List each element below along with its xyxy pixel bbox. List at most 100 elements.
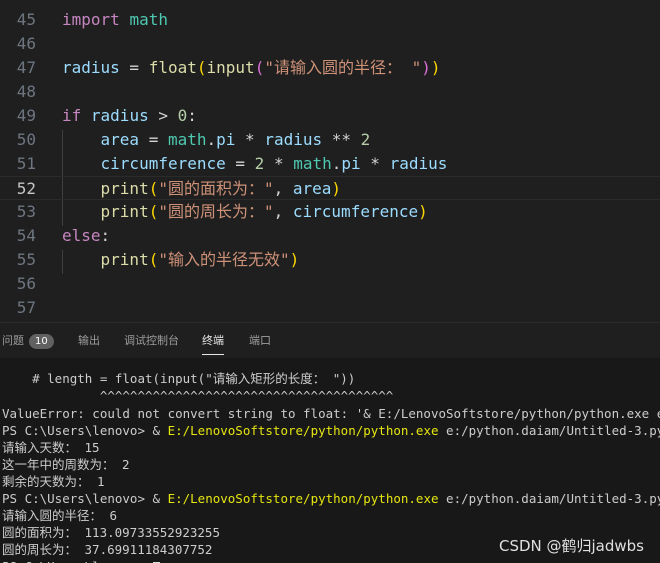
code-line[interactable]: 51 circumference = 2 * math.pi * radius — [0, 152, 660, 176]
line-number: 55 — [16, 250, 36, 269]
terminal-text: PS C:\Users\lenovo> & — [2, 491, 168, 506]
code-text: else: — [62, 224, 110, 248]
panel-tab[interactable]: 问题 10 — [2, 334, 54, 354]
code-token: area — [100, 130, 140, 149]
terminal-line: ^^^^^^^^^^^^^^^^^^^^^^^^^^^^^^^^^^^^^^^ — [2, 387, 394, 404]
code-token: pi — [216, 130, 236, 149]
panel-tab-label: 端口 — [249, 334, 271, 347]
code-token: ( — [254, 58, 265, 77]
code-line[interactable]: 56 — [0, 272, 660, 296]
terminal-line: PS C:\Users\lenovo> & E:/LenovoSoftstore… — [2, 422, 660, 439]
code-token: "圆的周长为：" — [158, 202, 274, 221]
line-number: 48 — [16, 82, 36, 101]
terminal-text: 请输入天数： 15 — [2, 440, 100, 455]
line-number: 52 — [16, 179, 36, 198]
code-token: radius — [389, 154, 448, 173]
code-token: print — [100, 250, 149, 269]
terminal-text: ValueError: could not convert string to … — [2, 406, 660, 421]
code-line[interactable]: 55 print("输入的半径无效") — [0, 248, 660, 272]
code-token: math — [129, 10, 168, 29]
code-token: import — [62, 10, 120, 29]
problems-count-badge: 10 — [29, 334, 54, 349]
code-token: ( — [196, 58, 207, 77]
code-token: > — [148, 106, 178, 125]
code-token: . — [331, 154, 342, 173]
code-line[interactable]: 52 print("圆的面积为：", area) — [0, 176, 660, 200]
code-line[interactable]: 47 radius = float(input("请输入圆的半径： ")) — [0, 56, 660, 80]
code-token: , — [273, 202, 293, 221]
line-number: 56 — [16, 274, 36, 293]
code-token: 2 — [360, 130, 371, 149]
code-line[interactable]: 53 print("圆的周长为：", circumference) — [0, 200, 660, 224]
panel-tab[interactable]: 端口 — [249, 334, 271, 354]
code-token: circumference — [100, 154, 226, 173]
code-token: math — [167, 130, 207, 149]
panel-tab-label: 调试控制台 — [124, 334, 179, 347]
terminal-line: # length = float(input("请输入矩形的长度： ")) — [2, 370, 355, 387]
code-text: print("圆的面积为：", area) — [62, 177, 342, 201]
code-token: area — [292, 179, 332, 198]
code-token: ( — [148, 250, 159, 269]
code-editor[interactable]: 45 import math 46 47 radius = float(input("请… — [0, 0, 660, 322]
code-token: float — [148, 58, 197, 77]
code-line[interactable]: 46 — [0, 32, 660, 56]
panel-tab-label: 终端 — [202, 334, 224, 347]
code-token: print — [100, 179, 149, 198]
terminal-line: 这一年中的周数为： 2 — [2, 456, 130, 473]
code-token: input — [206, 58, 255, 77]
code-token: = — [225, 154, 255, 173]
code-token: print — [100, 202, 149, 221]
terminal-text: 圆的面积为： 113.09733552923255 — [2, 525, 220, 540]
code-token: = — [139, 130, 168, 149]
code-token: 0 — [177, 106, 188, 125]
line-number: 53 — [16, 202, 36, 221]
terminal-text: PS C:\Users\lenovo> & — [2, 423, 168, 438]
code-token: ) — [418, 202, 428, 221]
code-token: radius — [264, 130, 323, 149]
code-token: pi — [341, 154, 361, 173]
code-line[interactable]: 50 area = math.pi * radius ** 2 — [0, 128, 660, 152]
code-token: ( — [148, 179, 159, 198]
terminal-text: 请输入圆的半径： 6 — [2, 508, 118, 523]
panel-tab[interactable]: 终端 — [202, 334, 224, 355]
code-token: else — [62, 226, 101, 245]
terminal-text: PS C:\Users\lenovo> — [2, 559, 153, 563]
code-text: import math — [62, 8, 168, 32]
panel-tab-label: 输出 — [78, 334, 100, 347]
code-token: "圆的面积为：" — [158, 179, 274, 198]
terminal-line: 请输入天数： 15 — [2, 439, 100, 456]
panel-tab[interactable]: 输出 — [78, 334, 100, 354]
code-token: radius — [62, 58, 120, 77]
code-token: : — [100, 226, 111, 245]
code-token: , — [273, 179, 293, 198]
terminal-line: 剩余的天数为： 1 — [2, 473, 105, 490]
terminal-text: E:/LenovoSoftstore/python/python.exe — [167, 491, 439, 506]
terminal-text: e:/python.daiam/Untitled-3.py — [438, 491, 660, 506]
line-number: 54 — [16, 226, 36, 245]
code-line[interactable]: 49 if radius > 0: — [0, 104, 660, 128]
line-number: 47 — [16, 58, 36, 77]
code-line[interactable]: 57 — [0, 296, 660, 320]
code-line[interactable]: 48 — [0, 80, 660, 104]
code-token: 2 — [254, 154, 265, 173]
code-token: = — [119, 58, 149, 77]
line-number: 45 — [16, 10, 36, 29]
panel-tab[interactable]: 调试控制台 — [124, 334, 179, 354]
panel-tab-label: 问题 — [2, 334, 24, 347]
code-token: ** — [322, 130, 361, 149]
code-text: print("圆的周长为：", circumference) — [62, 200, 428, 224]
code-token: ( — [148, 202, 159, 221]
code-line[interactable]: 54 else: — [0, 224, 660, 248]
code-text: radius = float(input("请输入圆的半径： ")) — [62, 56, 441, 80]
terminal[interactable]: # length = float(input("请输入矩形的长度： ")) ^^… — [0, 358, 660, 563]
code-token: * — [235, 130, 265, 149]
terminal-line: ValueError: could not convert string to … — [2, 405, 660, 422]
code-text: print("输入的半径无效") — [62, 248, 300, 272]
code-token: radius — [90, 106, 149, 125]
code-line[interactable]: 45 import math — [0, 8, 660, 32]
